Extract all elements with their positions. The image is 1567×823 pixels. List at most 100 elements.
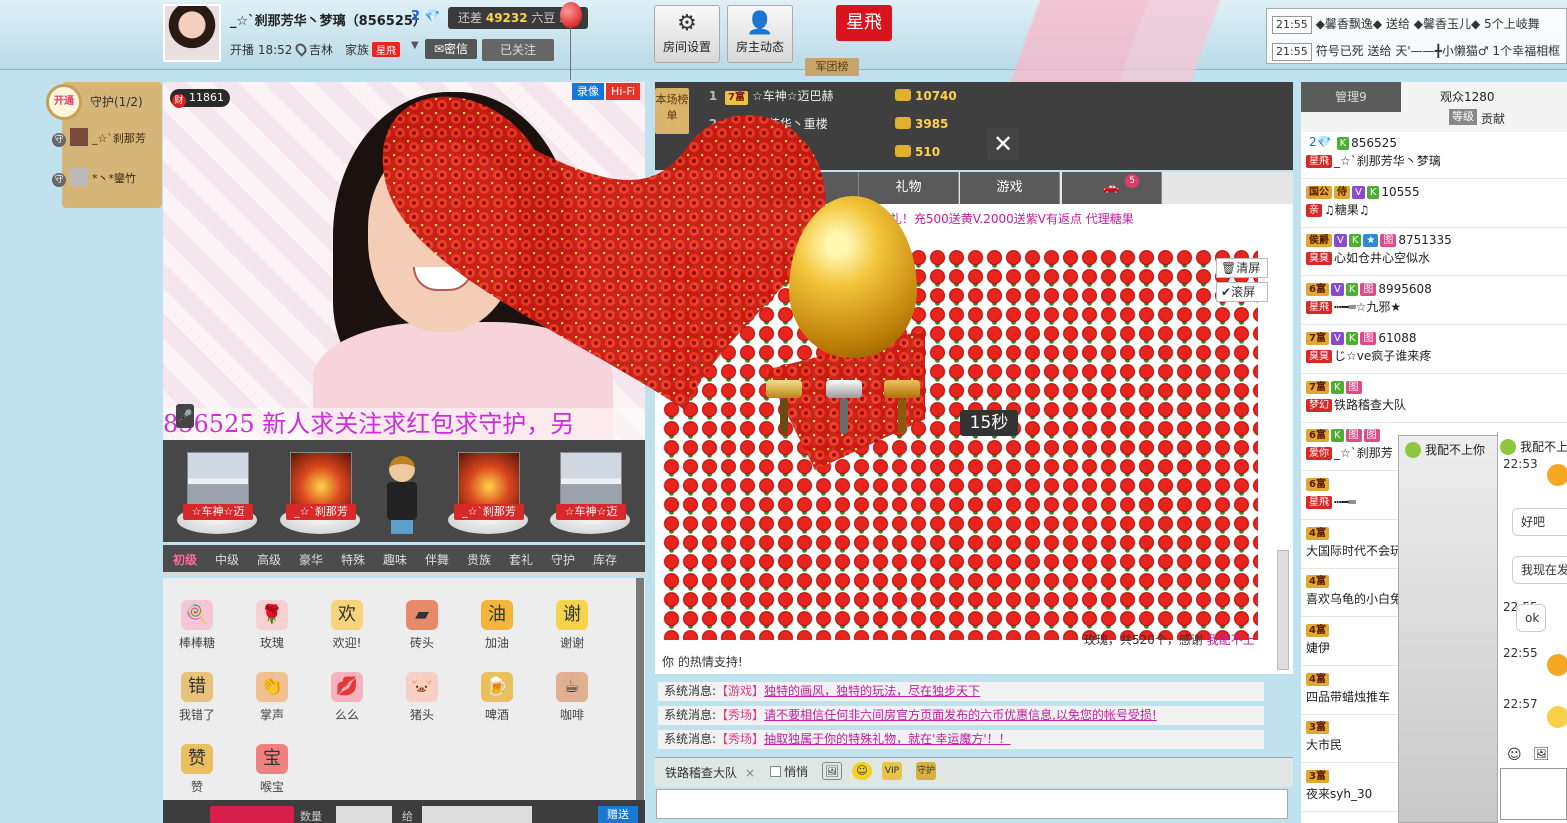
close-icon[interactable]: × <box>745 766 755 780</box>
tab-fun[interactable]: 趣味 <box>383 545 407 575</box>
private-chat-title[interactable]: 我配不上你 <box>1405 441 1485 458</box>
guard-member[interactable]: 守 *丶*鑾竹 <box>52 168 162 188</box>
gift-recipient-select[interactable] <box>422 806 532 823</box>
gift-item[interactable]: 谢谢谢 <box>545 592 599 654</box>
gift-item[interactable]: 欢欢迎! <box>320 592 374 654</box>
gift-label: 掌声 <box>259 708 284 722</box>
gift-send-button[interactable]: 赠送 <box>598 806 638 823</box>
tab-mid[interactable]: 中级 <box>215 545 239 575</box>
gift-item[interactable]: 宝喉宝 <box>245 736 299 798</box>
audience-row[interactable]: 侯爵 V K ★ 图 8751335 臭臭 心如仓井心空似水 <box>1306 231 1566 271</box>
gift-item[interactable]: 错我错了 <box>170 664 224 726</box>
ranking-row[interactable]: 2 _☆`刹那芳华丶重楼 3985 <box>705 110 948 138</box>
gift-item[interactable]: 👏 掌声 <box>245 664 299 726</box>
tab-basic[interactable]: 初级 <box>173 545 197 575</box>
chat-target[interactable]: 铁路稽查大队 × <box>665 764 755 781</box>
throat-candy-icon: 宝 <box>256 744 288 774</box>
tab-noble[interactable]: 贵族 <box>467 545 491 575</box>
close-icon[interactable]: ✕ <box>987 128 1019 160</box>
guard-icon[interactable]: 守护 <box>916 762 936 780</box>
auto-scroll-toggle[interactable]: ✔滚屏 <box>1216 282 1268 302</box>
ranking-row[interactable]: 1 7富 ☆车神☆迈巴赫 10740 <box>705 82 957 110</box>
seat-fire[interactable]: _☆`刹那芳 <box>278 448 360 536</box>
user-badge: 6富 <box>1306 429 1329 443</box>
tab-games[interactable]: 游戏 <box>960 172 1060 204</box>
gift-item[interactable]: ☕ 咖啡 <box>545 664 599 726</box>
gift-item[interactable]: ▰ 砖头 <box>395 592 449 654</box>
audience-row[interactable]: 7富 V K 图 61088 臭臭 じ☆ve疯子谁来疼 <box>1306 329 1566 369</box>
clear-screen-button[interactable]: 🗑清屏 <box>1216 258 1268 278</box>
seat-doll[interactable] <box>361 448 443 536</box>
chat-input[interactable] <box>656 789 1288 819</box>
microphone-icon[interactable]: 🎤 <box>176 404 194 428</box>
pm-input[interactable] <box>1500 768 1567 820</box>
audience-row[interactable]: 7富 K 图梦幻 铁路稽查大队 <box>1306 378 1566 418</box>
ranking-tag[interactable]: 本场榜单 <box>655 88 689 134</box>
gift-box-button[interactable] <box>210 806 294 823</box>
tab-set[interactable]: 套礼 <box>509 545 533 575</box>
army-ranking-button[interactable]: 军团榜 <box>805 58 859 76</box>
host-name[interactable]: _☆`刹那芳华丶梦璃（856525） <box>230 10 426 29</box>
tab-gifts[interactable]: 礼物 <box>859 172 959 204</box>
tab-dance[interactable]: 伴舞 <box>425 545 449 575</box>
emoji-icon <box>1547 654 1567 676</box>
seat-car[interactable]: ☆车神☆迈 <box>548 448 630 536</box>
image-icon[interactable]: 🖼 <box>822 762 842 780</box>
gift-item[interactable]: 油加油 <box>470 592 524 654</box>
open-guard-button[interactable]: 开通 <box>46 84 82 120</box>
tab-cars[interactable]: 🚗 5 <box>1062 172 1162 204</box>
emoji-icon[interactable]: ☺ <box>852 762 872 780</box>
ranking-row[interactable]: 3 …∙⋯睽叹★ 510 <box>705 138 940 166</box>
private-message-button[interactable]: ✉密信 <box>425 39 477 59</box>
tab-audience[interactable]: 观众1280 <box>1440 88 1495 105</box>
gift-item[interactable]: 🐷 猪头 <box>395 664 449 726</box>
host-news-button[interactable]: 👤 房主动态 <box>727 5 793 63</box>
sort-by-contribution[interactable]: 贡献 <box>1481 110 1505 127</box>
vip-icon[interactable]: VIP <box>882 762 902 780</box>
seat-car[interactable]: ☆车神☆迈 <box>175 448 257 536</box>
room-settings-button[interactable]: ⚙ 房间设置 <box>654 5 720 63</box>
tab-stock[interactable]: 库存 <box>593 545 617 575</box>
tab-special[interactable]: 特殊 <box>341 545 365 575</box>
gift-item[interactable]: 赞赞 <box>170 736 224 798</box>
seat-fire[interactable]: _☆`刹那芳 <box>446 448 528 536</box>
audience-row[interactable]: 2💎 K 856525 星飛 _☆`刹那芳华丶梦璃 <box>1306 134 1566 174</box>
emoji-icon[interactable]: ☺ <box>1507 747 1522 763</box>
sort-by-level[interactable]: 等级 <box>1449 109 1477 125</box>
video-player[interactable] <box>163 82 645 440</box>
image-icon[interactable]: 🖼 <box>1533 747 1550 762</box>
diamond-icon: 💎 <box>424 9 441 24</box>
site-logo[interactable]: 星飛 <box>836 5 892 41</box>
family-badge[interactable]: 星飛 <box>372 42 401 57</box>
host-avatar[interactable] <box>163 4 221 62</box>
gift-item[interactable]: 💋 么么 <box>320 664 374 726</box>
gift-scrollbar[interactable] <box>636 578 644 800</box>
gift-item[interactable]: 🌹 玫瑰 <box>245 592 299 654</box>
guard-member[interactable]: 守 _☆`刹那芳 <box>52 128 162 148</box>
chevron-down-icon[interactable]: ▼ <box>411 40 419 51</box>
record-button[interactable]: 录像 <box>572 83 604 100</box>
tab-luxury[interactable]: 豪华 <box>299 545 323 575</box>
audience-row[interactable]: 国公侍 V K 10555 亲 ♫糖果♫ <box>1306 183 1566 223</box>
hifi-button[interactable]: Hi-Fi <box>606 83 640 100</box>
follow-button[interactable]: 已关注 <box>482 39 554 61</box>
silver-hammer-icon[interactable] <box>826 376 862 436</box>
private-chat-title[interactable]: 我配不上 <box>1500 438 1567 455</box>
chat-scrollbar[interactable] <box>1277 550 1289 670</box>
audience-row[interactable]: 6富 V K 图 8995608 星飛 ┅━═☆九邪★ <box>1306 280 1566 320</box>
tab-high[interactable]: 高级 <box>257 545 281 575</box>
chat-username[interactable]: 我配不上 <box>1207 633 1255 647</box>
gift-qty-input[interactable] <box>336 806 392 823</box>
tab-admins[interactable]: 管理9 <box>1301 82 1401 112</box>
tab-guard[interactable]: 守护 <box>551 545 575 575</box>
gift-item[interactable]: 🍭 棒棒糖 <box>170 592 224 654</box>
copper-hammer-icon[interactable] <box>884 376 920 436</box>
private-chat-window[interactable] <box>1398 435 1498 823</box>
user-badge: 7富 <box>1306 331 1329 345</box>
balloon-string <box>570 28 571 80</box>
gold-hammer-icon[interactable] <box>766 376 802 436</box>
family-info[interactable]: 家族 星飛 <box>345 41 401 58</box>
doll-body <box>387 482 417 520</box>
whisper-checkbox[interactable]: 悄悄 <box>770 763 808 780</box>
gift-item[interactable]: 🍺 啤酒 <box>470 664 524 726</box>
